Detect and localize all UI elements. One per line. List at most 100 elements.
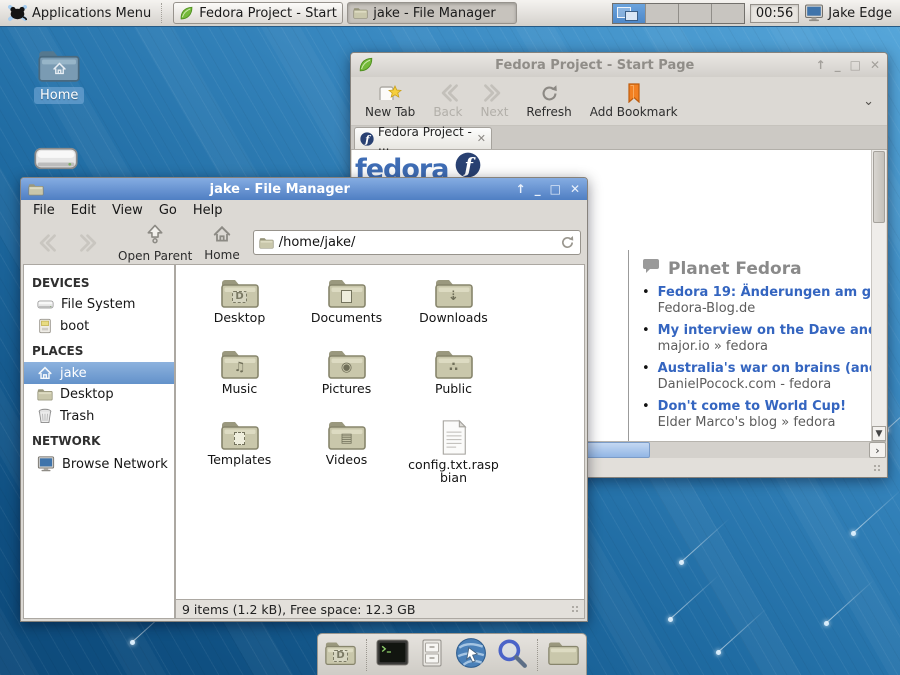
- scroll-down-arrow[interactable]: ▼: [872, 426, 886, 441]
- back-button[interactable]: Back: [424, 81, 471, 121]
- file-manager-window: jake - File Manager ↑_□✕ FileEditViewGoH…: [20, 177, 588, 622]
- next-icon: [483, 83, 505, 103]
- workspace-3[interactable]: [679, 4, 712, 23]
- file-label: Pictures: [322, 382, 372, 395]
- close-button[interactable]: ✕: [870, 59, 880, 71]
- new-tab-button[interactable]: New Tab: [356, 81, 424, 121]
- folder-icon: [259, 237, 274, 249]
- file-item-downloads[interactable]: ⇣Downloads: [400, 277, 507, 348]
- sidebar-item-boot[interactable]: boot: [24, 315, 174, 337]
- menu-view[interactable]: View: [104, 201, 151, 220]
- sidebar-item-browse-network[interactable]: Browse Network: [24, 452, 174, 476]
- shade-button[interactable]: ↑: [816, 59, 826, 71]
- browser-window-title: Fedora Project - Start Page: [380, 58, 810, 73]
- feed-source: Fedora-Blog.de: [658, 301, 871, 317]
- wallpaper-star: [668, 617, 673, 622]
- taskbar-button[interactable]: Fedora Project - Start Pa...: [173, 2, 343, 24]
- refresh-icon: [540, 83, 559, 103]
- forward-button[interactable]: [71, 232, 109, 254]
- toolbar-overflow-chevron-icon[interactable]: ⌄: [855, 94, 882, 109]
- sidebar-item-desktop[interactable]: Desktop: [24, 384, 174, 405]
- feed-link[interactable]: My interview on the Dave and G: [658, 323, 871, 339]
- panel-separator: [161, 3, 167, 23]
- search-icon: [496, 637, 528, 673]
- mini-window: [625, 11, 638, 21]
- dock-launcher-web-browser[interactable]: [455, 638, 487, 672]
- close-button[interactable]: ✕: [570, 183, 580, 195]
- desktop-icon-home[interactable]: Home: [34, 48, 84, 104]
- vertical-scrollbar-thumb[interactable]: [873, 151, 885, 223]
- shade-button[interactable]: ↑: [516, 183, 526, 195]
- vertical-scrollbar[interactable]: ▼: [871, 150, 886, 441]
- tab-close-icon[interactable]: ✕: [477, 132, 486, 145]
- browser-titlebar[interactable]: Fedora Project - Start Page ↑ _ □ ✕: [351, 53, 887, 77]
- network-icon: [37, 455, 55, 473]
- folder-icon: [28, 183, 44, 196]
- menu-file[interactable]: File: [25, 201, 63, 220]
- minimize-button[interactable]: _: [535, 183, 541, 195]
- file-label: Public: [435, 382, 472, 395]
- fm-titlebar[interactable]: jake - File Manager ↑_□✕: [21, 178, 587, 200]
- maximize-button[interactable]: □: [550, 183, 561, 195]
- sidebar-item-file-system[interactable]: File System: [24, 294, 174, 315]
- file-item-desktop[interactable]: DDesktop: [186, 277, 293, 348]
- workspace-4[interactable]: [712, 4, 744, 23]
- feed-link[interactable]: Australia's war on brains (and in: [658, 361, 871, 377]
- menu-edit[interactable]: Edit: [63, 201, 104, 220]
- file-item-music[interactable]: ♫Music: [186, 348, 293, 419]
- browser-tab[interactable]: f Fedora Project - ... ✕: [354, 127, 492, 149]
- next-button[interactable]: Next: [471, 81, 517, 121]
- workspace-1[interactable]: [613, 4, 646, 23]
- fm-toolbar: Open Parent Home /home/jake/: [21, 221, 587, 264]
- add-bookmark-button[interactable]: Add Bookmark: [581, 81, 687, 121]
- dock-launcher-file-cabinet[interactable]: [418, 638, 446, 672]
- drive-icon: [33, 144, 79, 173]
- scroll-right-arrow[interactable]: ›: [869, 442, 886, 458]
- dock-launcher-terminal[interactable]: [376, 638, 409, 672]
- reload-icon[interactable]: [560, 235, 575, 250]
- file-item-public[interactable]: ∴Public: [400, 348, 507, 419]
- wallpaper-star: [130, 640, 135, 645]
- home-icon: [37, 365, 53, 381]
- maximize-button[interactable]: □: [850, 59, 861, 71]
- file-pane[interactable]: DDesktop Documents ⇣Downloads ♫Music ◉Pi…: [175, 264, 585, 600]
- taskbar-button[interactable]: jake - File Manager: [347, 2, 517, 24]
- file-item-documents[interactable]: Documents: [293, 277, 400, 348]
- resize-grip[interactable]: [873, 464, 883, 474]
- back-button[interactable]: [27, 232, 65, 254]
- display-settings-icon[interactable]: [804, 3, 824, 23]
- top-panel: Applications Menu Fedora Project - Start…: [0, 0, 900, 27]
- speech-bubble-icon: [642, 258, 660, 279]
- feed-item: •Don't come to World Cup!Elder Marco's b…: [642, 399, 871, 431]
- sidebar-item-label: jake: [60, 366, 87, 381]
- resize-grip[interactable]: [571, 605, 581, 615]
- dock-launcher-folder[interactable]: [547, 638, 580, 672]
- dock-launcher-search[interactable]: [496, 638, 528, 672]
- minimize-button[interactable]: _: [835, 59, 841, 71]
- open-parent-button[interactable]: Open Parent: [115, 223, 195, 263]
- bookmark-icon: [626, 83, 642, 103]
- folder-icon: [547, 640, 580, 670]
- menu-help[interactable]: Help: [185, 201, 231, 220]
- path-entry[interactable]: /home/jake/: [253, 230, 581, 255]
- feed-link[interactable]: Don't come to World Cup!: [658, 399, 846, 415]
- feed-source: DanielPocock.com - fedora: [658, 377, 871, 393]
- planet-fedora-heading: Planet Fedora: [642, 258, 871, 279]
- panel-clock[interactable]: 00:56: [750, 4, 799, 23]
- home-button[interactable]: Home: [201, 224, 242, 262]
- applications-menu-button[interactable]: Applications Menu: [0, 0, 159, 26]
- file-item-templates[interactable]: Templates: [186, 419, 293, 490]
- dock-launcher-desktop-folder[interactable]: D: [324, 638, 357, 672]
- feed-link[interactable]: Fedora 19: Änderungen am grub: [658, 285, 871, 301]
- sidebar-item-trash[interactable]: Trash: [24, 405, 174, 427]
- file-item-config-txt-raspbian[interactable]: config.txt.raspbian: [400, 419, 507, 490]
- menu-go[interactable]: Go: [151, 201, 185, 220]
- file-item-videos[interactable]: ▤Videos: [293, 419, 400, 490]
- desktop-icon-drive[interactable]: [33, 144, 79, 173]
- file-item-pictures[interactable]: ◉Pictures: [293, 348, 400, 419]
- refresh-button[interactable]: Refresh: [517, 81, 580, 121]
- taskbar: Fedora Project - Start Pa... jake - File…: [169, 2, 517, 24]
- workspace-2[interactable]: [646, 4, 679, 23]
- sidebar-item-jake[interactable]: jake: [24, 362, 174, 384]
- desktop-icon-label: Home: [34, 87, 84, 104]
